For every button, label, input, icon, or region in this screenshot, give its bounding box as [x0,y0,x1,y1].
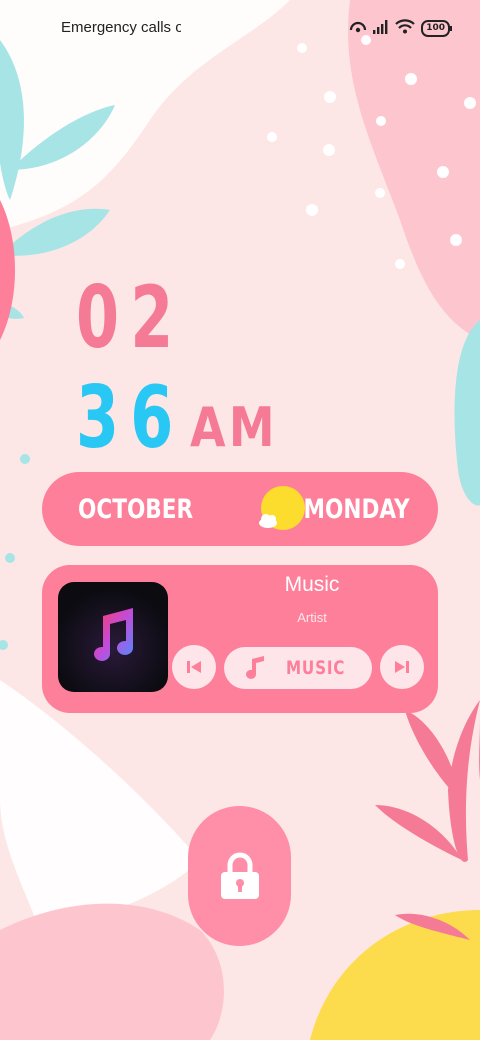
lock-icon [220,852,259,899]
unlock-button[interactable] [188,806,291,946]
wifi-icon [395,18,415,38]
next-icon [395,661,409,673]
sun-cloud-icon [259,486,305,530]
track-artist: Artist [297,610,327,625]
weekday-label: MONDAY [303,494,410,525]
carrier-text: Emergency calls o [61,19,181,36]
date-widget: OCTOBER MONDAY [42,472,438,546]
clock-period: AM [190,396,279,459]
previous-button[interactable] [172,645,216,689]
hotspot-icon [349,18,367,38]
previous-icon [187,661,201,673]
music-widget: Music Artist MUSIC [42,565,438,713]
track-title: Music [284,573,340,596]
music-button-label: MUSIC [286,657,346,679]
month-label: OCTOBER [78,494,194,525]
clock-hour: 02 [76,268,185,368]
next-button[interactable] [380,645,424,689]
status-bar: Emergency calls o 100 [0,18,480,42]
apple-music-icon [94,608,133,661]
album-art[interactable] [58,582,168,692]
signal-icon [373,19,389,38]
music-play-button[interactable]: MUSIC [224,647,372,689]
clock-minute: 36 [76,368,185,468]
music-note-icon [246,656,264,679]
battery-icon: 100 [421,19,452,37]
